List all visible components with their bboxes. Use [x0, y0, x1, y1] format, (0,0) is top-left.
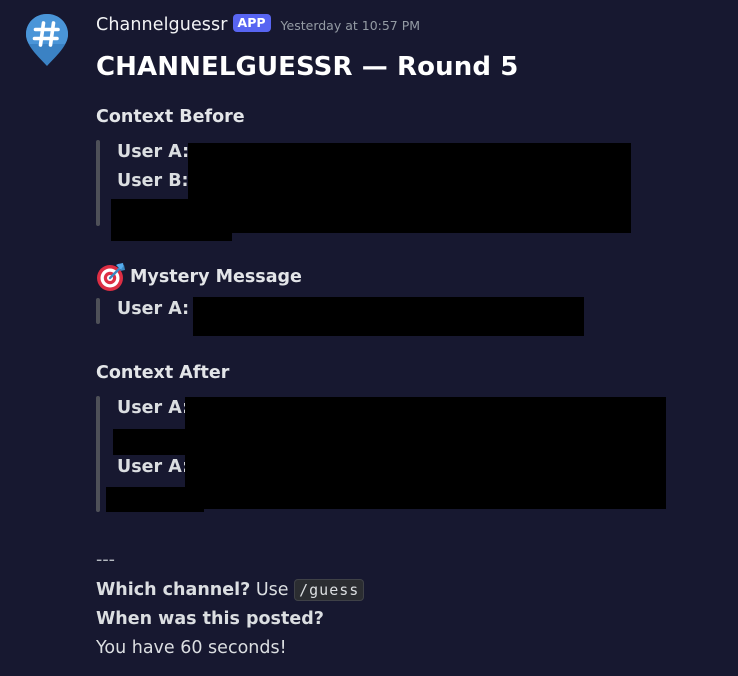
context-after-user-label: User A: — [117, 457, 190, 477]
mystery-user-label: User A: — [117, 299, 190, 319]
mystery-message-label: Mystery Message — [130, 267, 302, 287]
use-text: Use — [255, 580, 289, 600]
message-header: Channelguessr APP Yesterday at 10:57 PM — [96, 12, 420, 38]
context-before-user-label: User B: — [117, 171, 189, 191]
embed-title: CHANNELGUESSR — Round 5 — [96, 52, 519, 82]
message-timestamp[interactable]: Yesterday at 10:57 PM — [281, 18, 421, 33]
mystery-message-quote — [96, 298, 100, 324]
context-after-user-label: User A: — [117, 398, 190, 418]
author-name[interactable]: Channelguessr — [96, 15, 228, 35]
which-channel-label: Which channel? — [96, 580, 251, 600]
context-before-heading: Context Before — [96, 107, 245, 127]
direct-hit-target-icon — [96, 262, 126, 292]
timer-text: You have 60 seconds! — [96, 638, 287, 658]
redacted-block — [185, 397, 666, 509]
redacted-block — [106, 487, 204, 512]
context-before-quote — [96, 140, 100, 226]
mystery-message-heading: Mystery Message — [96, 262, 302, 292]
redacted-block — [193, 297, 584, 336]
divider-text: --- — [96, 550, 115, 570]
app-badge: APP — [232, 14, 271, 32]
redacted-block — [113, 429, 186, 455]
hashtag-pin-icon[interactable] — [24, 12, 70, 68]
bot-message: Channelguessr APP Yesterday at 10:57 PM … — [0, 0, 738, 676]
context-before-user-label: User A: — [117, 142, 190, 162]
redacted-block — [188, 143, 631, 233]
when-posted-label: When was this posted? — [96, 609, 324, 629]
which-channel-line: Which channel? Use /guess — [96, 579, 365, 601]
context-after-heading: Context After — [96, 363, 230, 383]
context-after-quote — [96, 396, 100, 512]
guess-command[interactable]: /guess — [294, 579, 365, 601]
redacted-block — [111, 199, 232, 241]
